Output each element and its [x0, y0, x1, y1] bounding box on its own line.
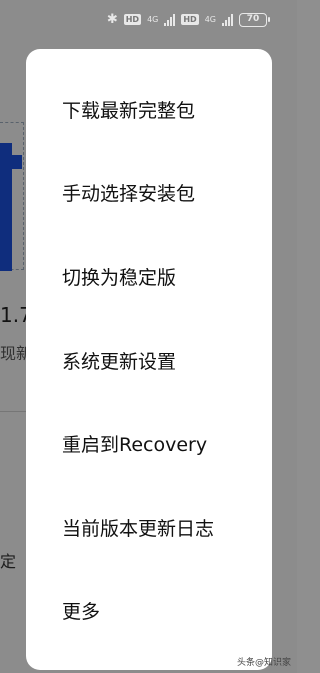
- signal-icon: [222, 13, 233, 26]
- menu-item-switch-to-stable[interactable]: 切换为稳定版: [26, 241, 272, 311]
- menu-item-update-settings[interactable]: 系统更新设置: [26, 325, 272, 395]
- menu-item-download-full-package[interactable]: 下载最新完整包: [26, 74, 272, 144]
- hd-badge: HD: [123, 14, 142, 25]
- battery-icon: 70: [239, 12, 270, 27]
- overflow-menu: 下载最新完整包 手动选择安装包 切换为稳定版 系统更新设置 重启到Recover…: [26, 49, 272, 670]
- bluetooth-icon: ✱: [106, 12, 118, 27]
- menu-item-more[interactable]: 更多: [26, 575, 272, 645]
- menu-item-reboot-recovery[interactable]: 重启到Recovery: [26, 408, 272, 478]
- menu-item-changelog[interactable]: 当前版本更新日志: [26, 492, 272, 562]
- menu-item-manual-select-package[interactable]: 手动选择安装包: [26, 157, 272, 227]
- network-type: 4G: [147, 14, 159, 24]
- hd-badge: HD: [181, 14, 199, 25]
- signal-icon: [164, 13, 176, 26]
- watermark: 头条@知识家: [236, 658, 291, 668]
- network-type: 4G: [204, 14, 216, 24]
- status-bar: ✱ HD 4G HD 4G 70: [0, 0, 297, 42]
